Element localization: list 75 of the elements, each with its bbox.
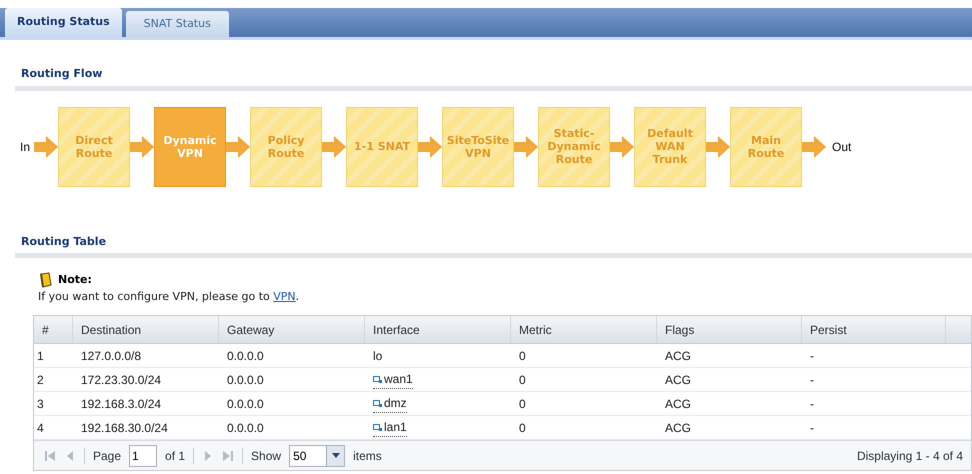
column-header[interactable]: Destination	[73, 316, 219, 343]
arrow-icon	[514, 134, 538, 158]
arrow-icon	[706, 134, 730, 158]
table-cell: 192.168.3.0/24	[81, 396, 162, 410]
flow-step: SiteToSite VPN	[442, 106, 514, 186]
column-header[interactable]: Persist	[802, 316, 946, 343]
table-cell: 172.23.30.0/24	[81, 372, 162, 386]
table-cell: ACG	[665, 348, 692, 362]
flow-step: Policy Route	[250, 106, 322, 186]
table-cell: -	[810, 420, 814, 434]
arrow-icon	[226, 134, 250, 158]
table-cell: 3	[37, 396, 44, 410]
table-cell: lo	[373, 348, 382, 362]
first-page-icon[interactable]	[44, 450, 56, 462]
interface-icon	[373, 400, 382, 407]
flow-step: 1-1 SNAT	[346, 106, 418, 186]
table-cell: -	[810, 396, 814, 410]
table-cell: ACG	[665, 420, 692, 434]
arrow-icon	[322, 134, 346, 158]
table-cell: 0	[519, 420, 526, 434]
table-cell: 0	[519, 372, 526, 386]
table-cell: 127.0.0.0/8	[81, 348, 142, 362]
section-heading: Routing Table	[20, 234, 108, 250]
page-label: Page	[93, 448, 122, 464]
column-header[interactable]: Flags	[657, 316, 802, 343]
vpn-link[interactable]: VPN	[273, 290, 296, 302]
table-cell: 0	[519, 348, 526, 362]
arrow-icon	[802, 134, 826, 158]
table-cell: 4	[37, 420, 44, 434]
interface-link[interactable]: wan1	[373, 370, 413, 390]
flow-step: Dynamic VPN	[154, 106, 226, 186]
table-cell: 0	[519, 396, 526, 410]
interface-icon	[373, 376, 382, 383]
table-cell: -	[810, 348, 814, 362]
display-count: Displaying 1 - 4 of 4	[856, 448, 963, 464]
note-title: Note:	[58, 272, 92, 288]
interface-link[interactable]: lan1	[373, 418, 407, 438]
tab[interactable]: SNAT Status	[126, 11, 229, 37]
table-cell: 0.0.0.0	[227, 420, 264, 434]
show-label: Show	[251, 448, 282, 464]
interface-icon	[373, 424, 382, 431]
table-cell: 0.0.0.0	[227, 396, 264, 410]
flow-step: Main Route	[730, 106, 802, 186]
table-cell: 1	[37, 348, 44, 362]
table-cell: 2	[37, 372, 44, 386]
note-text: If you want to configure VPN, please go to VPN.	[37, 288, 300, 304]
column-header[interactable]: Gateway	[219, 316, 365, 343]
flow-step: Static-Dynamic Route	[538, 106, 610, 186]
page-size-dropdown[interactable]: 50	[289, 444, 346, 466]
section-heading: Routing Flow	[20, 66, 104, 82]
flow-start-label: In	[20, 138, 30, 156]
table-cell: 0.0.0.0	[227, 348, 264, 362]
page-field[interactable]: 1	[129, 444, 158, 466]
table-cell: ACG	[665, 396, 692, 410]
caret-icon	[332, 453, 340, 458]
column-header[interactable]: Metric	[511, 316, 657, 343]
arrow-icon	[130, 134, 154, 158]
items-label: items	[353, 448, 382, 464]
flow-step: Default WAN Trunk	[634, 106, 706, 186]
note-icon	[38, 272, 54, 288]
table-cell: 192.168.30.0/24	[81, 420, 168, 434]
table-cell: 0.0.0.0	[227, 372, 264, 386]
last-page-icon[interactable]	[222, 450, 234, 462]
column-header[interactable]: #	[34, 316, 73, 343]
page-count: of 1	[165, 448, 186, 464]
table-cell: ACG	[665, 372, 692, 386]
arrow-icon	[418, 134, 442, 158]
flow-step: Direct Route	[58, 106, 130, 186]
interface-link[interactable]: dmz	[373, 394, 407, 414]
tab[interactable]: Routing Status	[5, 8, 122, 37]
flow-end-label: Out	[832, 138, 852, 156]
column-header[interactable]: Interface	[365, 316, 511, 343]
arrow-icon	[610, 134, 634, 158]
arrow-icon	[34, 134, 58, 158]
table-cell: -	[810, 372, 814, 386]
